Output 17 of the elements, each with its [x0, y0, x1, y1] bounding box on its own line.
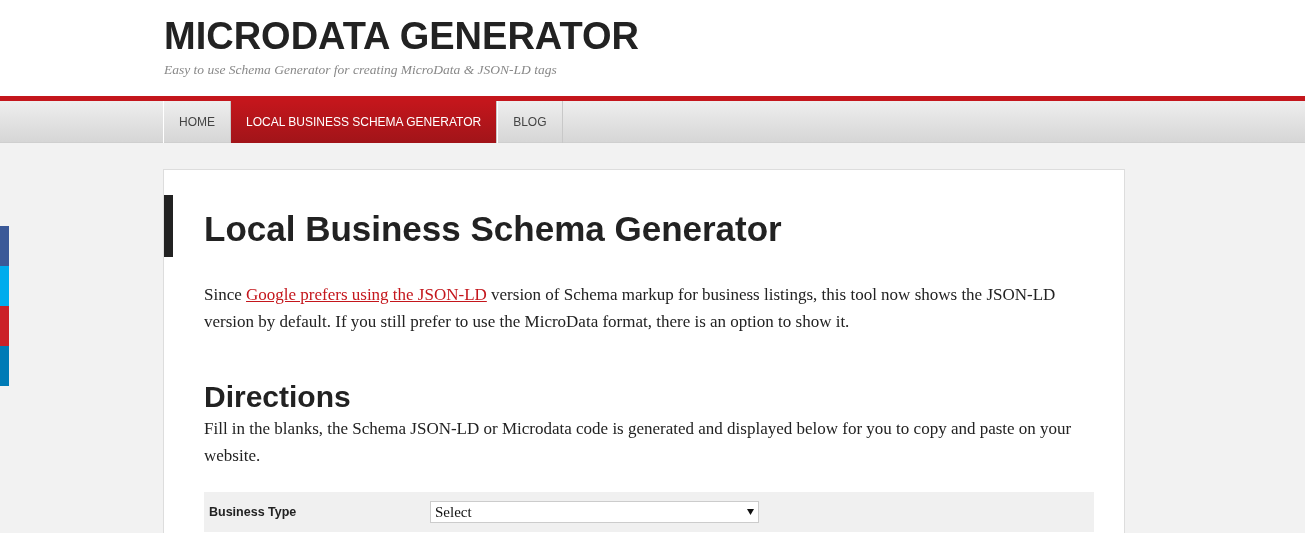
intro-paragraph: Since Google prefers using the JSON-LD version of Schema markup for business listings, this tool now shows the JSON-LD version by default. If you still prefer to use the MicroData format, there is an option to show it.: [204, 284, 1057, 333]
site-title[interactable]: MICRODATA GENERATOR: [164, 14, 1305, 58]
share-button[interactable]: [0, 226, 9, 266]
share-button[interactable]: [0, 306, 9, 346]
heading-accent-bar: [164, 195, 173, 257]
share-button[interactable]: [0, 266, 9, 306]
share-button[interactable]: [0, 346, 9, 386]
section-heading: Directions: [204, 379, 352, 415]
directions-paragraph: Fill in the blanks, the Schema JSON-LD or Microdata code is generated and displayed below for you to copy and paste on your website.: [204, 418, 1073, 467]
site-tagline: Easy to use Schema Generator for creating MicroData & JSON-LD tags: [164, 61, 558, 79]
dropdown-caret-icon: [747, 509, 754, 515]
nav-tab[interactable]: BLOG: [497, 101, 563, 143]
nav-tab[interactable]: LOCAL BUSINESS SCHEMA GENERATOR: [231, 101, 498, 143]
google-link[interactable]: Google prefers using the JSON-LD: [246, 285, 487, 304]
field-label: Business Type: [209, 503, 298, 521]
business-type-select[interactable]: Select: [430, 501, 759, 523]
page-heading: Local Business Schema Generator: [204, 208, 783, 250]
